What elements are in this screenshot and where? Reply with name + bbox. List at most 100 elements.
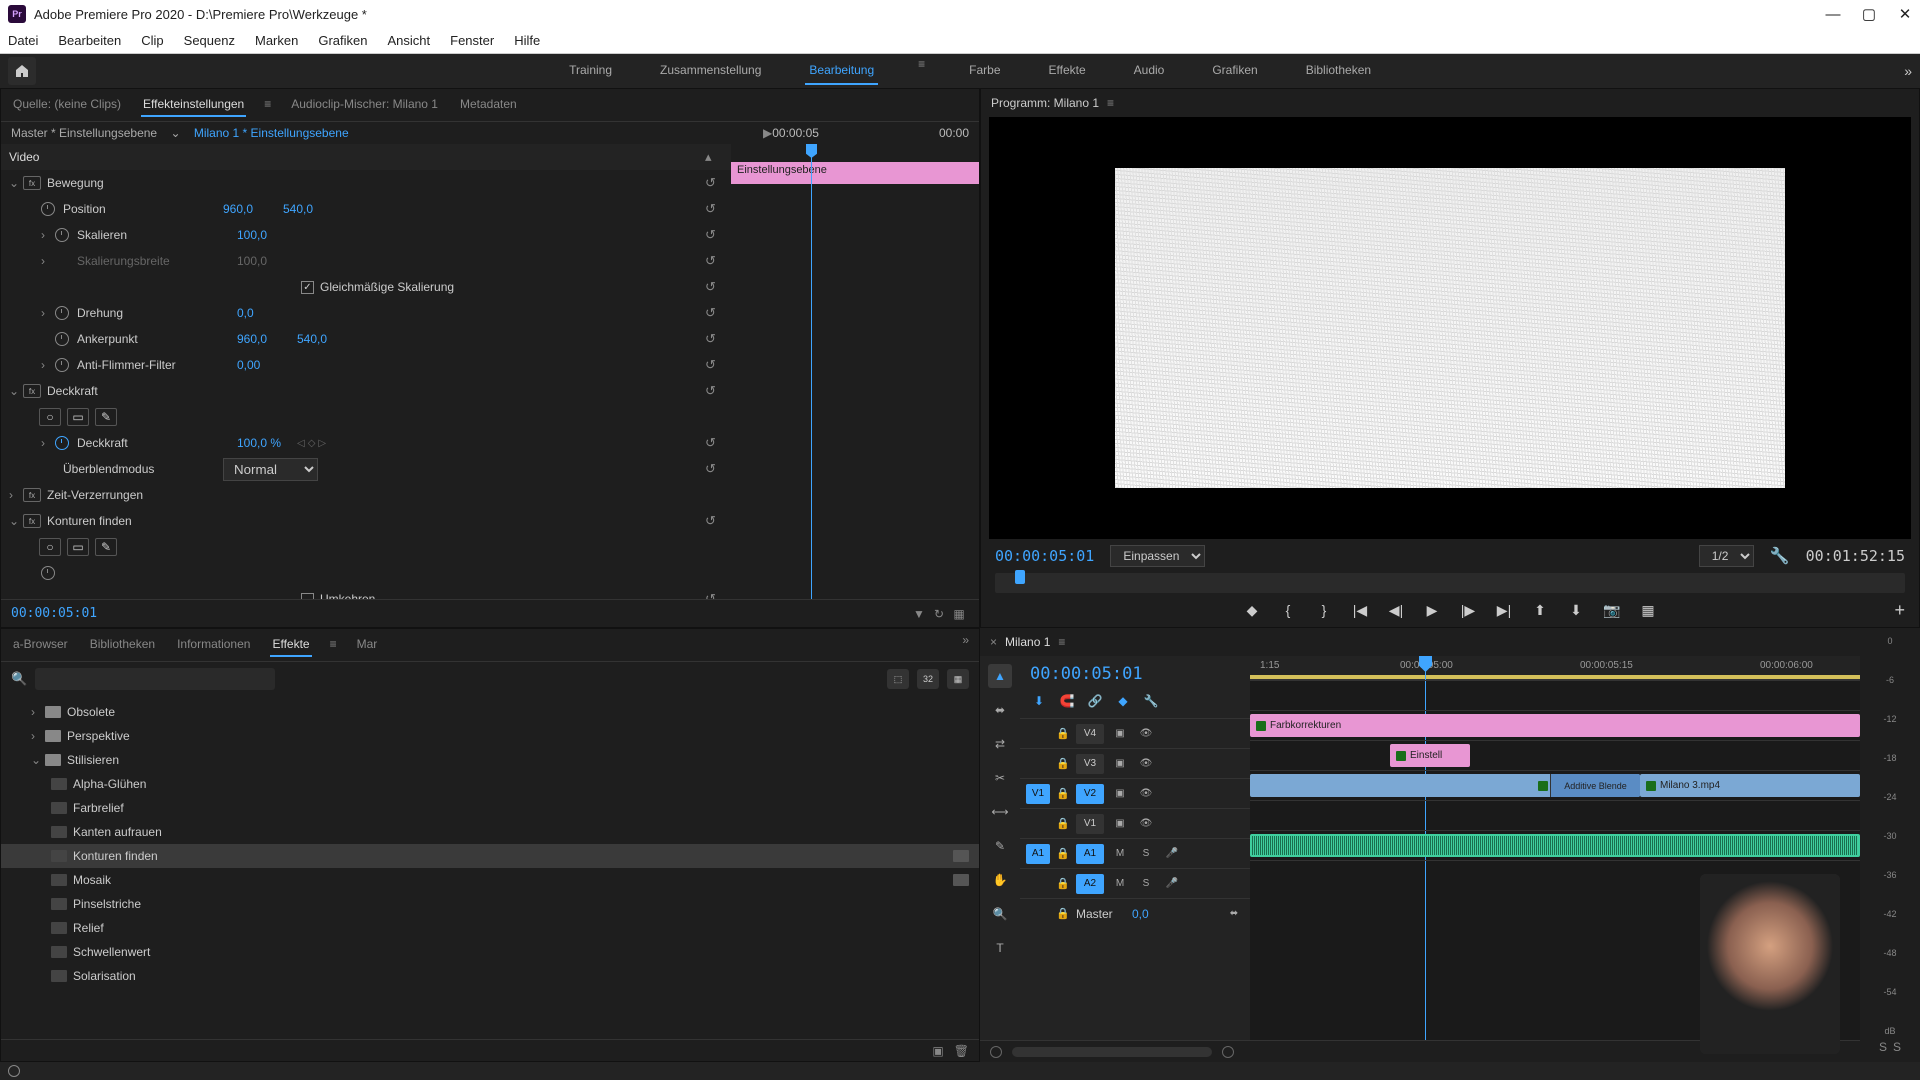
ellipse-mask-button[interactable]: ○ <box>39 538 61 556</box>
lock-icon[interactable]: 🔒 <box>1056 757 1070 770</box>
workspace-overflow-button[interactable]: » <box>1904 63 1912 79</box>
workspace-menu-icon[interactable]: ≡ <box>918 57 925 85</box>
ec-timecode[interactable]: 00:00:05:01 <box>11 606 97 621</box>
effect-alpha-gluehen[interactable]: Alpha-Glühen <box>1 772 979 796</box>
export-frame-button[interactable]: 📷 <box>1601 599 1623 621</box>
program-viewer[interactable] <box>989 117 1911 539</box>
folder-obsolete[interactable]: ›Obsolete <box>1 700 979 724</box>
kf-add-icon[interactable]: ◇ <box>308 438 316 449</box>
track-header-v3[interactable]: 🔒V3▣👁 <box>1020 748 1250 778</box>
track-header-a2[interactable]: 🔒A2MS🎤 <box>1020 868 1250 898</box>
type-tool[interactable]: T <box>988 936 1012 960</box>
effect-farbrelief[interactable]: Farbrelief <box>1 796 979 820</box>
work-area-bar[interactable] <box>1250 675 1860 679</box>
stopwatch-icon[interactable] <box>41 202 55 216</box>
mark-in-button[interactable]: { <box>1277 599 1299 621</box>
blend-mode-select[interactable]: Normal <box>223 458 318 481</box>
menu-datei[interactable]: Datei <box>8 33 38 48</box>
track-v3-lane[interactable]: Farbkorrekturen <box>1250 710 1860 740</box>
razor-tool[interactable]: ✂ <box>988 766 1012 790</box>
effect-mosaik[interactable]: Mosaik <box>1 868 979 892</box>
expand-icon[interactable]: ⬌ <box>1224 905 1244 923</box>
menu-grafiken[interactable]: Grafiken <box>318 33 367 48</box>
expand-icon[interactable]: › <box>41 228 55 242</box>
lock-icon[interactable]: 🔒 <box>1056 727 1070 740</box>
workspace-effekte[interactable]: Effekte <box>1045 57 1090 85</box>
reset-icon[interactable]: ↺ <box>705 279 723 295</box>
add-marker-button[interactable]: ◆ <box>1241 599 1263 621</box>
rect-mask-button[interactable]: ▭ <box>67 538 89 556</box>
kf-next-icon[interactable]: ▷ <box>318 438 326 449</box>
fit-select[interactable]: Einpassen <box>1110 545 1205 567</box>
delete-icon[interactable]: 🗑 <box>954 1044 969 1058</box>
mark-out-button[interactable]: } <box>1313 599 1335 621</box>
zoom-tool[interactable]: 🔍 <box>988 902 1012 926</box>
chevron-down-icon[interactable]: ⌄ <box>170 126 180 140</box>
source-patch-v1[interactable]: V1 <box>1026 784 1050 804</box>
tab-informationen[interactable]: Informationen <box>175 633 252 657</box>
comparison-view-button[interactable]: ▦ <box>1637 599 1659 621</box>
timeline-timecode[interactable]: 00:00:05:01 <box>1020 656 1250 688</box>
master-volume-input[interactable]: 0,0 <box>1132 907 1149 921</box>
expand-icon[interactable]: › <box>41 254 55 268</box>
workspace-grafiken[interactable]: Grafiken <box>1208 57 1261 85</box>
reset-icon[interactable]: ↺ <box>705 227 723 243</box>
step-back-button[interactable]: ◀| <box>1385 599 1407 621</box>
ec-playhead[interactable] <box>811 144 812 599</box>
group-bewegung[interactable]: ⌄ fx Bewegung ↺ <box>1 170 731 196</box>
lock-icon[interactable]: 🔒 <box>1056 877 1070 890</box>
track-v4-lane[interactable] <box>1250 680 1860 710</box>
track-header-master[interactable]: 🔒Master0,0⬌ <box>1020 898 1250 928</box>
pen-tool[interactable]: ✎ <box>988 834 1012 858</box>
toggle-sync-icon[interactable]: ▣ <box>1110 785 1130 803</box>
scrubber-handle[interactable] <box>1015 570 1025 584</box>
button-editor-icon[interactable]: + <box>1894 600 1905 621</box>
tab-menu-icon[interactable]: ≡ <box>264 93 271 117</box>
toggle-sync-icon[interactable]: ▣ <box>1110 815 1130 833</box>
reset-icon[interactable]: ↺ <box>705 591 723 599</box>
fx-badge-icon[interactable]: fx <box>23 384 41 398</box>
slip-tool[interactable]: ⟷ <box>988 800 1012 824</box>
fx-badge-icon[interactable]: fx <box>23 488 41 502</box>
accelerated-badge-icon[interactable]: ⬚ <box>887 669 909 689</box>
maximize-button[interactable]: ▢ <box>1862 7 1876 21</box>
program-timecode-in[interactable]: 00:00:05:01 <box>995 547 1094 565</box>
settings-icon[interactable]: 🔧 <box>1142 692 1160 710</box>
clip-einstell[interactable]: Einstell <box>1390 744 1470 767</box>
wrench-icon[interactable]: ▦ <box>949 607 969 621</box>
group-konturen[interactable]: ⌄ fx Konturen finden ↺ <box>1 508 731 534</box>
close-sequence-icon[interactable]: × <box>990 635 997 649</box>
solo-button[interactable]: S <box>1136 845 1156 863</box>
skalieren-input[interactable]: 100,0 <box>237 228 297 242</box>
lift-button[interactable]: ⬆ <box>1529 599 1551 621</box>
mute-button[interactable]: M <box>1110 845 1130 863</box>
effect-controls-timeline[interactable]: Einstellungsebene <box>731 144 979 599</box>
reset-icon[interactable]: ↺ <box>705 513 723 529</box>
expand-icon[interactable]: ⌄ <box>9 176 23 190</box>
minimize-button[interactable]: — <box>1826 7 1840 21</box>
anker-x-input[interactable]: 960,0 <box>237 332 297 346</box>
clip-milano2[interactable]: Milano 2 (4K).mp4Additive Blende <box>1250 774 1640 797</box>
close-button[interactable]: ✕ <box>1898 7 1912 21</box>
tab-effekteinstellungen[interactable]: Effekteinstellungen <box>141 93 246 117</box>
reset-icon[interactable]: ↺ <box>705 461 723 477</box>
play-only-icon[interactable]: ▶ <box>763 126 772 140</box>
track-v1-lane[interactable]: Milano 2 (4K).mp4Additive Blende Milano … <box>1250 770 1860 800</box>
tab-metadaten[interactable]: Metadaten <box>458 93 519 117</box>
tab-audioclip-mischer[interactable]: Audioclip-Mischer: Milano 1 <box>289 93 440 117</box>
stopwatch-icon[interactable] <box>55 306 69 320</box>
expand-icon[interactable]: › <box>41 436 55 450</box>
reset-icon[interactable]: ↺ <box>705 201 723 217</box>
solo-right-button[interactable]: S <box>1893 1040 1901 1054</box>
loop-icon[interactable]: ↻ <box>929 607 949 621</box>
reset-icon[interactable]: ↺ <box>705 357 723 373</box>
effects-tree[interactable]: ›Obsolete ›Perspektive ⌄Stilisieren Alph… <box>1 696 979 1039</box>
kf-prev-icon[interactable]: ◁ <box>297 438 305 449</box>
effect-pinselstriche[interactable]: Pinselstriche <box>1 892 979 916</box>
tab-bibliotheken[interactable]: Bibliotheken <box>88 633 157 657</box>
expand-icon[interactable]: ⌄ <box>9 384 23 398</box>
mute-button[interactable]: M <box>1110 875 1130 893</box>
ripple-edit-tool[interactable]: ⇄ <box>988 732 1012 756</box>
deckkraft-input[interactable]: 100,0 % <box>237 436 297 450</box>
stopwatch-icon[interactable] <box>55 228 69 242</box>
